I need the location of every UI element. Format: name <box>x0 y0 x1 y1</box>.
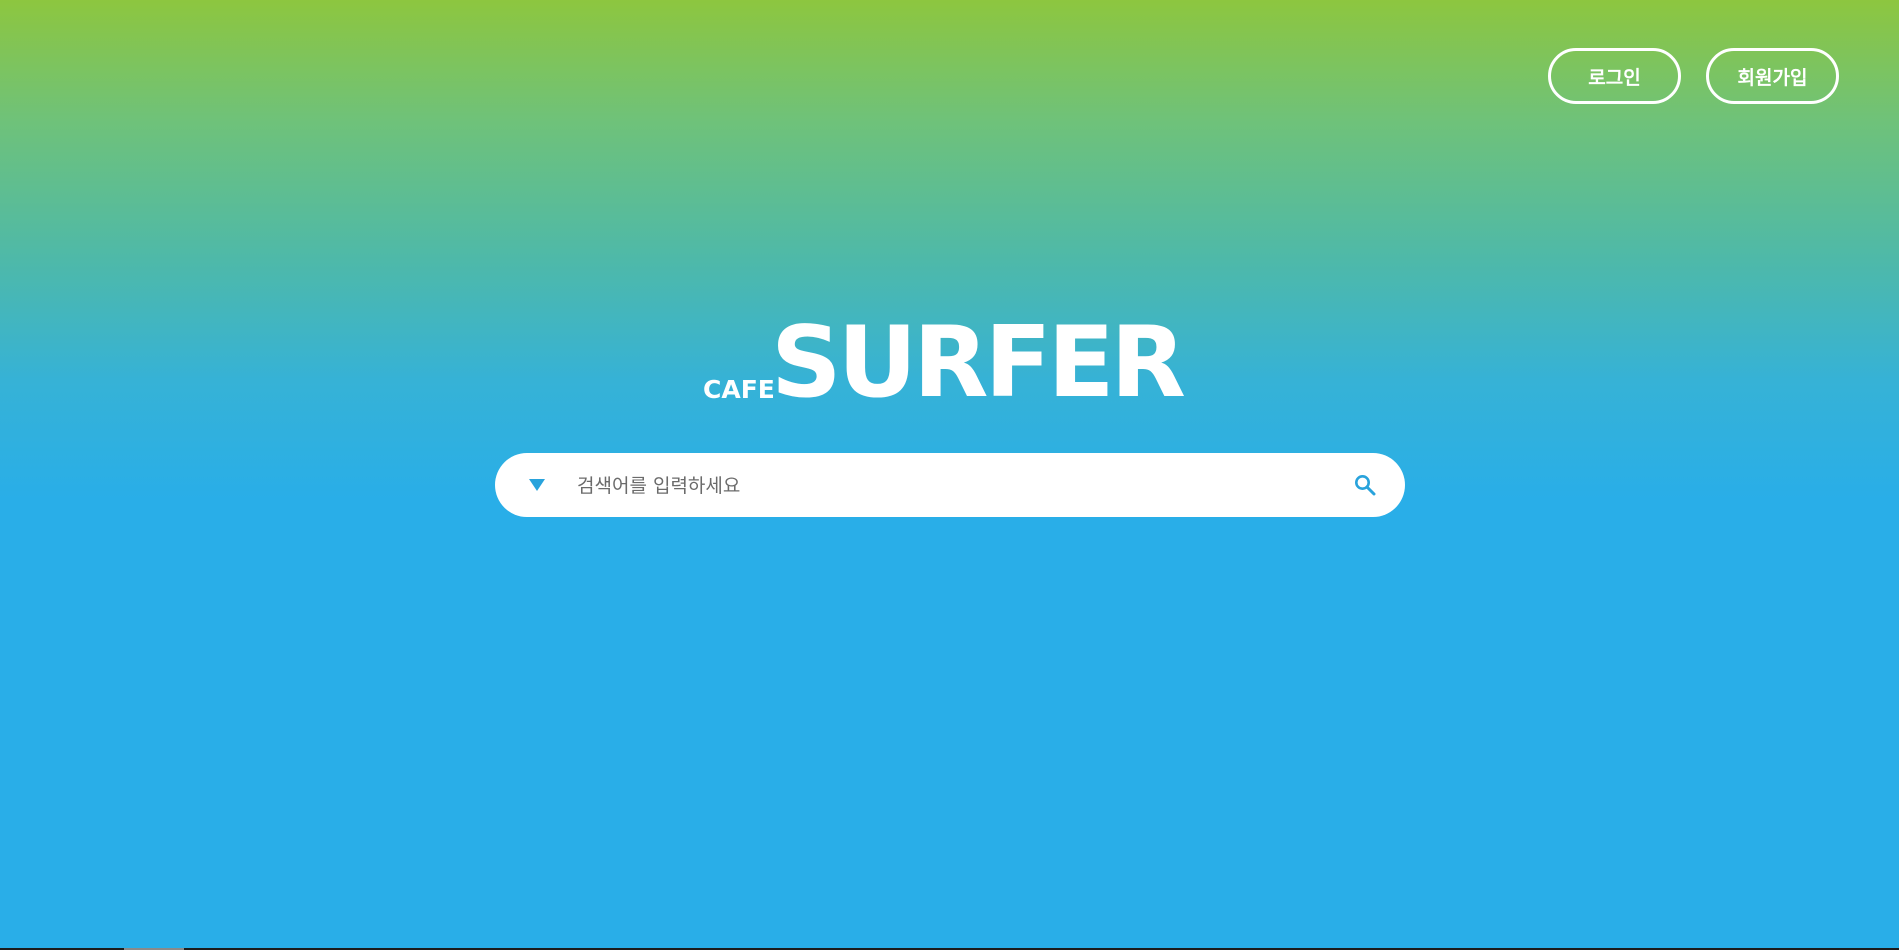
logo-surfer-text: SURFER <box>771 306 1186 420</box>
triangle-down-icon <box>529 479 545 491</box>
top-nav: 로그인 회원가입 <box>1548 48 1839 104</box>
search-category-dropdown[interactable] <box>519 467 555 503</box>
logo-cafe-text: CAFE <box>703 375 775 404</box>
search-button[interactable] <box>1347 467 1383 503</box>
logo[interactable]: CAFE SURFER <box>703 314 1197 412</box>
search-icon <box>1355 475 1376 496</box>
login-button[interactable]: 로그인 <box>1548 48 1681 104</box>
signup-button[interactable]: 회원가입 <box>1706 48 1839 104</box>
search-bar <box>495 453 1405 517</box>
search-input[interactable] <box>575 465 1309 507</box>
